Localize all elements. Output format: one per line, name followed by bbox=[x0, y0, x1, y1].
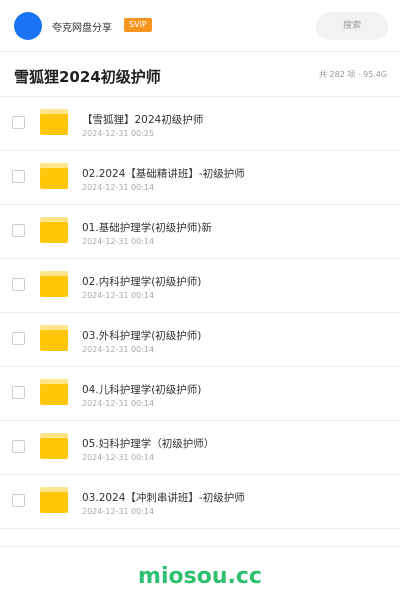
item-date: 2024-12-31 00:14 bbox=[82, 291, 155, 300]
item-name[interactable]: 05.妇科护理学（初级护师） bbox=[82, 436, 214, 451]
list-item[interactable]: 02.2024【基础精讲班】-初级护师 2024-12-31 00:14 bbox=[0, 151, 400, 205]
folder-icon bbox=[40, 487, 68, 513]
select-checkbox[interactable] bbox=[12, 224, 25, 237]
footer-divider bbox=[0, 546, 400, 547]
item-name[interactable]: 03.外科护理学(初级护师) bbox=[82, 328, 201, 343]
folder-icon bbox=[40, 109, 68, 135]
folder-icon bbox=[40, 379, 68, 405]
folder-icon bbox=[40, 325, 68, 351]
list-item[interactable]: 02.内科护理学(初级护师) 2024-12-31 00:14 bbox=[0, 259, 400, 313]
item-date: 2024-12-31 00:25 bbox=[82, 129, 155, 138]
item-name[interactable]: 04.儿科护理学(初级护师) bbox=[82, 382, 201, 397]
list-item[interactable]: 03.2024【冲刺串讲班】-初级护师 2024-12-31 00:14 bbox=[0, 475, 400, 529]
folder-icon bbox=[40, 163, 68, 189]
watermark: miosou.cc bbox=[138, 564, 262, 589]
search-button[interactable]: 搜索 bbox=[316, 12, 388, 40]
item-name[interactable]: 02.2024【基础精讲班】-初级护师 bbox=[82, 166, 245, 181]
list-item[interactable]: 【雪狐狸】2024初级护师 2024-12-31 00:25 bbox=[0, 97, 400, 151]
owner-name[interactable]: 夸克网盘分享 bbox=[52, 19, 112, 34]
folder-summary: 共 282 项 · 95.4G bbox=[319, 70, 387, 79]
vip-badge: SVIP bbox=[124, 18, 152, 32]
item-name[interactable]: 02.内科护理学(初级护师) bbox=[82, 274, 201, 289]
select-checkbox[interactable] bbox=[12, 440, 25, 453]
select-checkbox[interactable] bbox=[12, 332, 25, 345]
item-name[interactable]: 03.2024【冲刺串讲班】-初级护师 bbox=[82, 490, 245, 505]
select-checkbox[interactable] bbox=[12, 116, 25, 129]
item-date: 2024-12-31 00:14 bbox=[82, 237, 155, 246]
avatar[interactable] bbox=[14, 12, 42, 40]
top-bar: 夸克网盘分享 SVIP 搜索 bbox=[0, 0, 400, 52]
select-checkbox[interactable] bbox=[12, 386, 25, 399]
list-item[interactable]: 03.外科护理学(初级护师) 2024-12-31 00:14 bbox=[0, 313, 400, 367]
list-item[interactable]: 04.儿科护理学(初级护师) 2024-12-31 00:14 bbox=[0, 367, 400, 421]
item-date: 2024-12-31 00:14 bbox=[82, 507, 155, 516]
page-title: 雪狐狸2024初级护师 bbox=[14, 68, 161, 86]
list-item[interactable]: 01.基础护理学(初级护师)新 2024-12-31 00:14 bbox=[0, 205, 400, 259]
folder-icon bbox=[40, 271, 68, 297]
file-list: 【雪狐狸】2024初级护师 2024-12-31 00:25 02.2024【基… bbox=[0, 97, 400, 529]
select-checkbox[interactable] bbox=[12, 278, 25, 291]
select-checkbox[interactable] bbox=[12, 170, 25, 183]
folder-icon bbox=[40, 433, 68, 459]
select-checkbox[interactable] bbox=[12, 494, 25, 507]
item-date: 2024-12-31 00:14 bbox=[82, 183, 155, 192]
item-date: 2024-12-31 00:14 bbox=[82, 345, 155, 354]
item-date: 2024-12-31 00:14 bbox=[82, 453, 155, 462]
item-name[interactable]: 01.基础护理学(初级护师)新 bbox=[82, 220, 212, 235]
list-item[interactable]: 05.妇科护理学（初级护师） 2024-12-31 00:14 bbox=[0, 421, 400, 475]
folder-icon bbox=[40, 217, 68, 243]
item-date: 2024-12-31 00:14 bbox=[82, 399, 155, 408]
item-name[interactable]: 【雪狐狸】2024初级护师 bbox=[82, 112, 203, 127]
